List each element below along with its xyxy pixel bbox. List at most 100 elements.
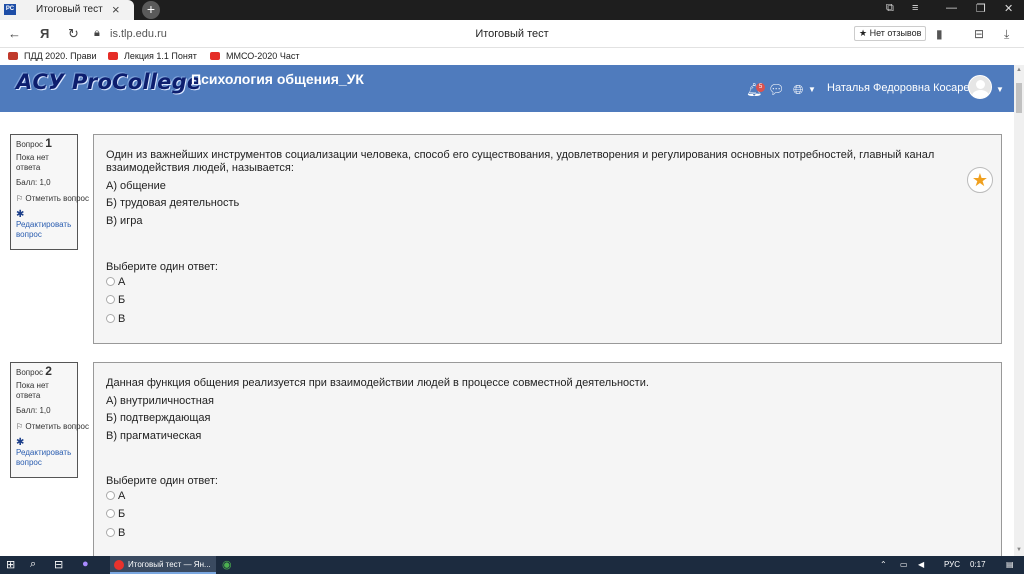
input-language[interactable]: РУС <box>944 560 960 569</box>
youtube-icon <box>108 52 118 60</box>
course-title[interactable]: Психология общения_УК <box>191 71 364 87</box>
flag-icon: ⚐ <box>16 194 24 203</box>
bookmark-item[interactable]: ПДД 2020. Прави <box>8 51 96 61</box>
question-info-2: Вопрос 2 Пока нет ответа Балл: 1,0 ⚐ Отм… <box>10 362 89 478</box>
answer-radio[interactable]: А <box>106 276 125 288</box>
chat-icon[interactable]: 💬︎ <box>768 82 785 98</box>
download-icon[interactable]: ⤓ <box>1004 27 1009 42</box>
clock[interactable]: 0:17 <box>970 560 986 569</box>
answer-prompt: Выберите один ответ: <box>106 261 218 273</box>
flag-question-link[interactable]: ⚐ Отметить вопрос <box>16 194 89 204</box>
notification-badge: 5 <box>756 83 765 92</box>
bookmark-favicon-icon <box>8 52 18 60</box>
tab-close-icon[interactable]: × <box>112 2 120 17</box>
radio-button[interactable] <box>106 528 115 537</box>
option-text: В) игра <box>106 215 143 227</box>
flag-icon: ⚐ <box>16 422 24 431</box>
answer-prompt: Выберите один ответ: <box>106 475 218 487</box>
radio-button[interactable] <box>106 277 115 286</box>
answer-radio[interactable]: А <box>106 490 125 502</box>
site-header: АСУ ProCollege Психология общения_УК 🔔︎ … <box>0 65 1014 112</box>
site-favicon-icon: РС <box>4 4 16 15</box>
flag-question-link[interactable]: ⚐ Отметить вопрос <box>16 422 89 432</box>
bookmark-item[interactable]: ММСО-2020 Част <box>210 51 299 61</box>
yandex-browser-icon <box>114 560 124 570</box>
question-number: 1 <box>45 136 52 150</box>
taskbar-app-browser[interactable]: Итоговый тест — Ян... <box>110 556 216 574</box>
edit-question-link[interactable]: ✱ Редактировать вопрос <box>16 438 72 468</box>
option-text: Б) трудовая деятельность <box>106 197 240 209</box>
lock-icon[interactable]: 🔒︎ <box>94 27 100 40</box>
bookmark-icon[interactable]: ▮ <box>936 27 943 41</box>
question-content-2: Данная функция общения реализуется при в… <box>93 362 1002 556</box>
new-tab-button[interactable]: + <box>142 1 160 19</box>
site-logo[interactable]: АСУ ProCollege <box>16 70 201 94</box>
browser-tab[interactable]: РС Итоговый тест × <box>0 0 134 20</box>
bookmarks-bar: ПДД 2020. Прави Лекция 1.1 Понят ММСО-20… <box>0 48 1024 65</box>
page-scrollbar[interactable]: ▲ ▼ <box>1014 65 1024 556</box>
chrome-icon[interactable]: ◉ <box>222 558 232 571</box>
tray-chevron-icon[interactable]: ⌃ <box>880 560 887 569</box>
radio-button[interactable] <box>106 509 115 518</box>
user-name[interactable]: Наталья Федоровна Косарева <box>827 82 981 94</box>
yandex-icon[interactable]: Я <box>40 26 49 41</box>
question-text: Один из важнейших инструментов социализа… <box>106 149 935 174</box>
scroll-down-icon[interactable]: ▼ <box>1016 547 1022 553</box>
scroll-up-icon[interactable]: ▲ <box>1016 67 1022 73</box>
gear-icon: ✱ <box>16 209 25 220</box>
chevron-down-icon[interactable]: ▼ <box>808 85 816 94</box>
question-label: Вопрос <box>16 368 44 377</box>
radio-button[interactable] <box>106 491 115 500</box>
question-info-1: Вопрос 1 Пока нет ответа Балл: 1,0 ⚐ Отм… <box>10 134 89 250</box>
option-text: А) общение <box>106 180 166 192</box>
youtube-icon <box>210 52 220 60</box>
user-menu-chevron-icon[interactable]: ▼ <box>996 85 1004 94</box>
avatar[interactable] <box>968 75 992 99</box>
search-icon[interactable]: ⌕ <box>30 558 36 571</box>
scrollbar-thumb[interactable] <box>1016 83 1022 113</box>
option-text: В) прагматическая <box>106 430 202 442</box>
reload-icon[interactable]: ↻ <box>68 26 79 42</box>
minimize-icon[interactable]: — <box>946 2 957 14</box>
volume-icon[interactable]: ◀ <box>918 560 924 569</box>
option-text: А) внутриличностная <box>106 395 214 407</box>
radio-button[interactable] <box>106 314 115 323</box>
tab-title: Итоговый тест <box>36 4 103 15</box>
address-bar: ← Я ↻ 🔒︎ is.tlp.edu.ru Итоговый тест ★ Н… <box>0 20 1024 48</box>
question-status: Пока нет ответа <box>16 381 49 400</box>
question-score: Балл: 1,0 <box>16 406 51 415</box>
network-icon[interactable]: ▭ <box>900 560 908 569</box>
star-icon[interactable]: ★ <box>967 167 993 193</box>
browser-tab-strip: РС Итоговый тест × + ⧉ ≡ — ❐ ✕ <box>0 0 1024 20</box>
tab-manager-icon[interactable]: ⧉ <box>886 2 894 15</box>
question-number: 2 <box>45 364 52 378</box>
question-text: Данная функция общения реализуется при в… <box>106 377 649 389</box>
answer-radio[interactable]: Б <box>106 294 125 306</box>
option-text: Б) подтверждающая <box>106 412 211 424</box>
notifications-icon[interactable]: ▤ <box>1006 560 1014 569</box>
question-status: Пока нет ответа <box>16 153 49 172</box>
question-label: Вопрос <box>16 140 44 149</box>
answer-radio[interactable]: В <box>106 527 125 539</box>
menu-icon[interactable]: ≡ <box>912 2 918 14</box>
windows-start-icon[interactable]: ⊞ <box>6 558 15 571</box>
windows-taskbar: ⊞ ⌕ ⊟ ● Итоговый тест — Ян... ◉ ⌃ ▭ ◀ РУ… <box>0 556 1024 574</box>
question-content-1: Один из важнейших инструментов социализа… <box>93 134 1002 344</box>
gear-icon: ✱ <box>16 437 25 448</box>
back-arrow-icon[interactable]: ← <box>8 26 21 41</box>
restore-icon[interactable]: ❐ <box>976 2 986 15</box>
answer-radio[interactable]: В <box>106 313 125 325</box>
alice-icon[interactable]: ● <box>82 558 89 570</box>
question-score: Балл: 1,0 <box>16 178 51 187</box>
task-view-icon[interactable]: ⊟ <box>54 558 63 571</box>
radio-button[interactable] <box>106 295 115 304</box>
taskbar-app-label: Итоговый тест — Ян... <box>128 560 211 569</box>
collections-icon[interactable]: ⊟ <box>974 27 984 41</box>
globe-icon[interactable]: 🌐︎ <box>793 82 803 98</box>
reviews-button[interactable]: ★ Нет отзывов <box>854 26 927 41</box>
bookmark-item[interactable]: Лекция 1.1 Понят <box>108 51 197 61</box>
answer-radio[interactable]: Б <box>106 508 125 520</box>
close-window-icon[interactable]: ✕ <box>1004 2 1013 15</box>
edit-question-link[interactable]: ✱ Редактировать вопрос <box>16 210 72 240</box>
url-field[interactable]: is.tlp.edu.ru <box>110 28 167 40</box>
